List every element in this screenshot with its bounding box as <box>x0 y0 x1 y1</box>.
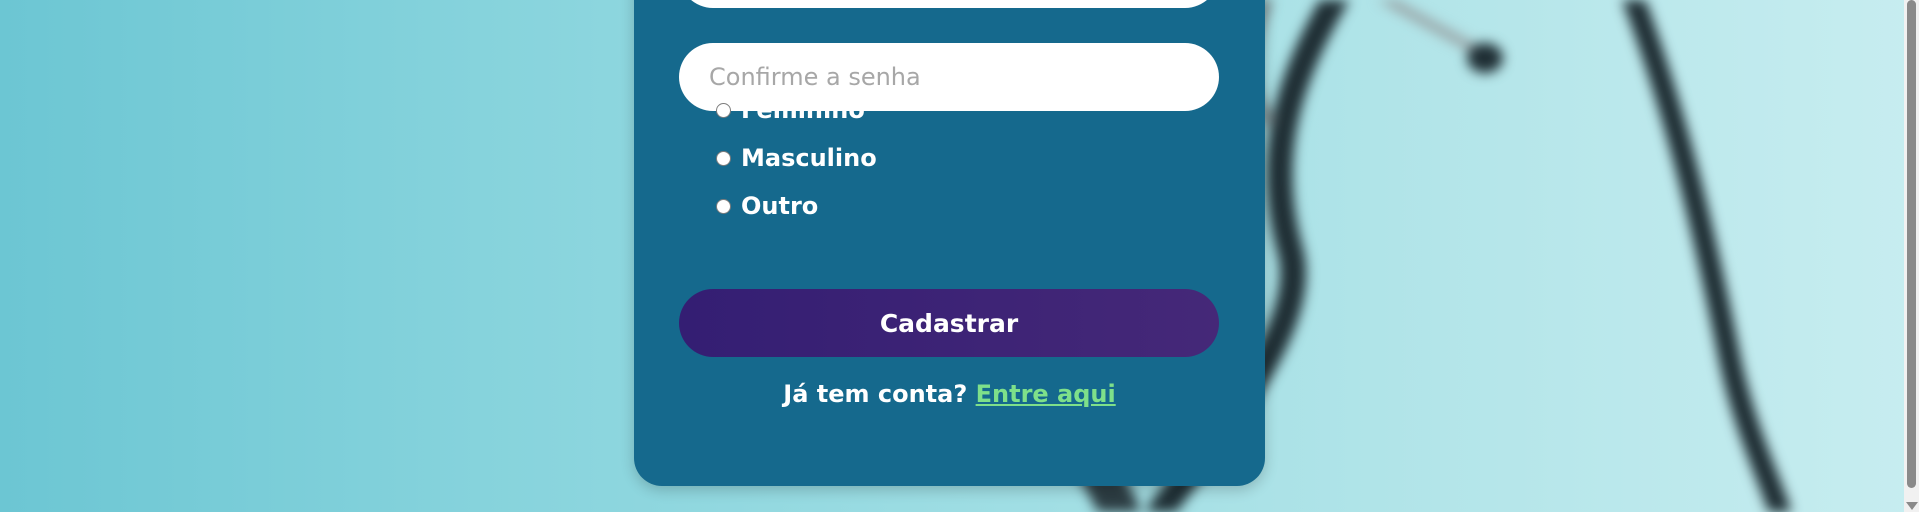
gender-label-masculino: Masculino <box>741 144 877 172</box>
radio-button[interactable] <box>716 102 731 118</box>
page-viewport: Feminino Masculino Outro Cadastrar Já te… <box>0 0 1919 512</box>
gender-option-feminino[interactable]: Feminino <box>716 94 865 126</box>
vertical-scrollbar[interactable] <box>1904 0 1919 512</box>
gender-label-outro: Outro <box>741 192 819 220</box>
login-link[interactable]: Entre aqui <box>976 380 1116 408</box>
register-form-card: Feminino Masculino Outro Cadastrar Já te… <box>634 0 1265 486</box>
login-prompt-text: Já tem conta? <box>783 380 968 408</box>
radio-button[interactable] <box>716 198 731 214</box>
password-field[interactable] <box>679 0 1219 8</box>
gender-option-outro[interactable]: Outro <box>716 190 818 222</box>
login-prompt: Já tem conta? Entre aqui <box>634 380 1265 408</box>
radio-button[interactable] <box>716 150 731 166</box>
chevron-down-icon[interactable] <box>1906 502 1918 510</box>
register-button[interactable]: Cadastrar <box>679 289 1219 357</box>
scrollbar-thumb[interactable] <box>1907 0 1916 488</box>
gender-option-masculino[interactable]: Masculino <box>716 142 877 174</box>
gender-label-feminino: Feminino <box>741 96 865 124</box>
